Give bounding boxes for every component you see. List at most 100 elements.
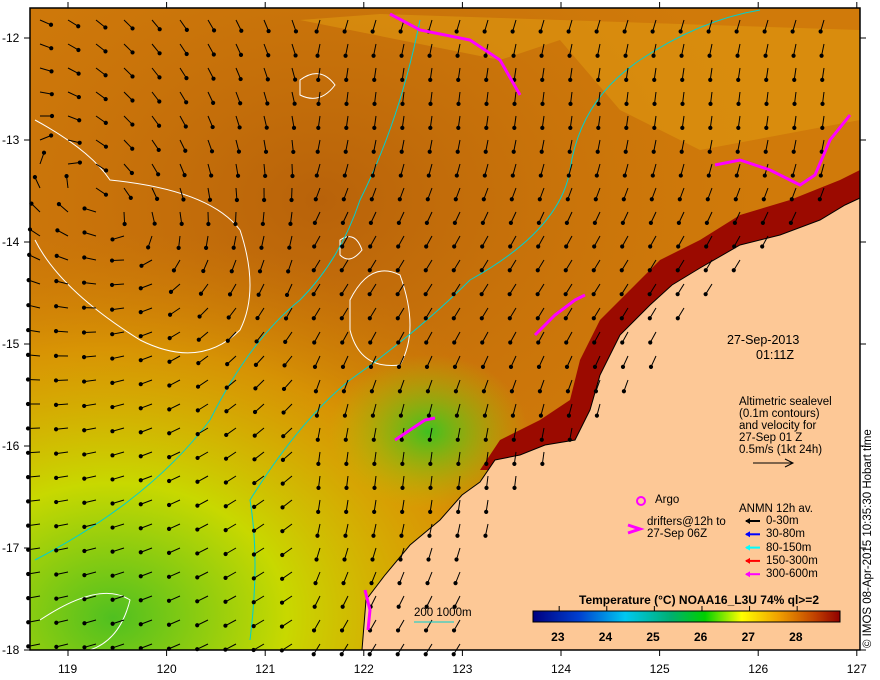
velocity-arrow-head [563, 316, 568, 321]
velocity-arrow-head [53, 353, 59, 358]
anmn-depth-label: 0-30m [766, 515, 799, 527]
velocity-arrow-head [156, 172, 161, 177]
velocity-arrow-head [342, 173, 347, 178]
velocity-arrow-head [428, 101, 433, 107]
lon-tick-label: 125 [649, 662, 670, 676]
velocity-arrow-head [818, 29, 823, 34]
velocity-arrow-head [651, 149, 656, 154]
velocity-arrow-head [789, 197, 794, 202]
velocity-arrow-head [368, 340, 373, 345]
velocity-arrow-head [423, 628, 429, 633]
velocity-arrow-head [266, 53, 271, 58]
velocity-arrow-head [652, 125, 657, 130]
velocity-arrow-head [184, 27, 189, 32]
velocity-arrow-head [680, 77, 685, 82]
velocity-arrow-head [223, 623, 228, 628]
velocity-arrow-head [316, 101, 321, 107]
velocity-arrow-head [704, 244, 709, 249]
velocity-arrow-head [195, 527, 200, 532]
velocity-arrow-head [195, 503, 200, 508]
velocity-arrow-head [138, 598, 143, 603]
velocity-arrow-head [480, 220, 485, 225]
velocity-arrow-head [286, 269, 291, 274]
velocity-arrow-head [508, 364, 514, 369]
velocity-arrow-head [179, 221, 184, 226]
velocity-arrow-head [207, 197, 213, 202]
velocity-arrow-head [510, 173, 515, 178]
velocity-arrow-head [255, 315, 260, 321]
velocity-arrow-head [260, 221, 265, 227]
velocity-arrow-head [620, 340, 625, 345]
velocity-arrow-head [567, 437, 572, 442]
velocity-arrow-head [54, 499, 59, 505]
velocity-arrow-head [238, 52, 244, 58]
velocity-arrow-head [311, 628, 317, 633]
velocity-arrow-head [593, 389, 599, 394]
velocity-arrow-head [235, 173, 241, 178]
velocity-arrow-head [138, 430, 143, 435]
velocity-arrow-head [619, 316, 624, 321]
velocity-arrow-head [790, 29, 795, 34]
velocity-arrow-head [168, 289, 174, 295]
velocity-arrow-head [620, 364, 626, 369]
velocity-arrow-head [166, 550, 172, 555]
velocity-arrow-head [451, 628, 457, 633]
anmn-depth-label: 30-80m [766, 528, 805, 541]
velocity-arrow-head [594, 413, 600, 418]
velocity-arrow-head [451, 316, 456, 321]
velocity-arrow-head [591, 316, 596, 321]
velocity-arrow-head [157, 99, 162, 104]
velocity-arrow-head [251, 576, 256, 581]
velocity-arrow-head [48, 22, 54, 27]
velocity-arrow-head [283, 316, 289, 321]
velocity-arrow-head [316, 509, 321, 514]
velocity-arrow-head [648, 364, 654, 369]
velocity-arrow-head [256, 292, 261, 297]
velocity-arrow-head [195, 384, 201, 389]
velocity-arrow-head [452, 220, 457, 225]
lat-tick-label: -14 [2, 235, 20, 249]
velocity-arrow-head [339, 628, 345, 633]
velocity-arrow-head [648, 220, 653, 225]
velocity-arrow-head [400, 77, 405, 82]
velocity-arrow-head [395, 292, 400, 297]
velocity-arrow-head [372, 485, 377, 491]
velocity-arrow-head [110, 429, 115, 434]
velocity-arrow-head [760, 244, 765, 249]
velocity-arrow-head [291, 149, 296, 155]
velocity-arrow-head [49, 113, 55, 119]
velocity-arrow-head [224, 409, 229, 414]
velocity-arrow-head [540, 125, 545, 130]
velocity-arrow-head [167, 312, 173, 317]
velocity-arrow-head [195, 551, 200, 556]
velocity-arrow-head [343, 533, 348, 538]
velocity-arrow-head [537, 389, 543, 394]
velocity-arrow-head [156, 123, 162, 128]
velocity-arrow-head [339, 652, 344, 657]
velocity-arrow-head [82, 255, 87, 260]
velocity-arrow-head [103, 73, 108, 78]
velocity-arrow-head [316, 125, 321, 130]
velocity-arrow-head [167, 455, 172, 460]
velocity-arrow-head [254, 339, 259, 344]
velocity-arrow-head [593, 197, 598, 202]
lon-tick-label: 119 [58, 662, 78, 676]
velocity-arrow-head [567, 53, 572, 58]
velocity-arrow-head [138, 478, 143, 483]
velocity-arrow-head [146, 245, 151, 250]
altimetry-note-line: (0.1m contours) [739, 408, 820, 420]
map-time: 01:11Z [756, 348, 794, 362]
velocity-arrow-head [568, 125, 573, 130]
velocity-arrow-head [568, 77, 573, 82]
velocity-arrow-head [565, 197, 570, 202]
velocity-arrow-head [82, 524, 87, 530]
velocity-arrow-head [184, 100, 189, 105]
velocity-arrow-head [209, 173, 214, 178]
velocity-arrow-head [130, 26, 135, 31]
velocity-arrow-head [54, 548, 59, 553]
velocity-arrow-head [280, 576, 285, 581]
velocity-arrow-head [706, 173, 711, 178]
velocity-arrow-head [252, 409, 258, 415]
velocity-arrow-head [479, 292, 484, 297]
velocity-arrow-head [619, 292, 624, 297]
